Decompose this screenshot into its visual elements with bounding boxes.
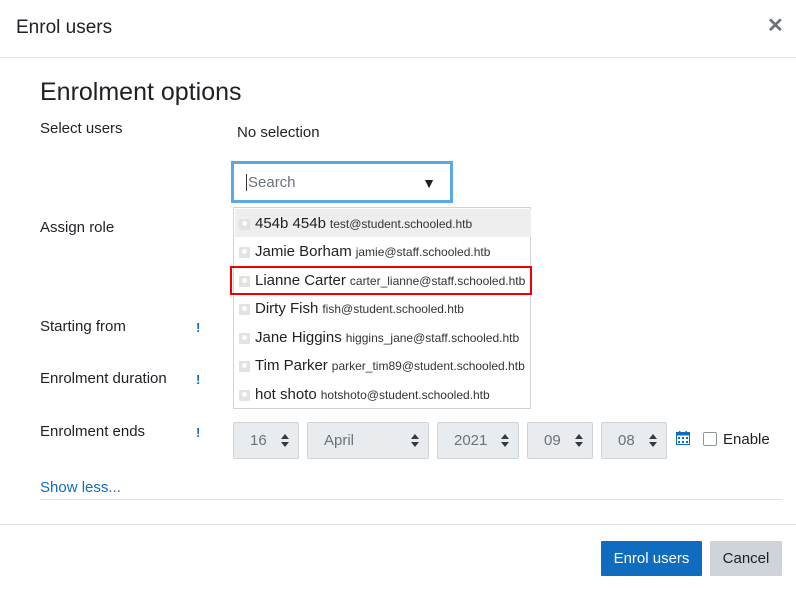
user-email: hotshoto@student.schooled.htb bbox=[320, 388, 490, 402]
show-less-link[interactable]: Show less... bbox=[40, 479, 121, 496]
search-placeholder: Search bbox=[246, 174, 296, 191]
user-email: jamie@staff.schooled.htb bbox=[355, 245, 491, 259]
user-option[interactable]: Jamie Borham jamie@staff.schooled.htb bbox=[235, 237, 531, 265]
user-avatar-icon bbox=[239, 219, 250, 230]
month-value: April bbox=[324, 432, 355, 449]
user-suggestions-list: 454b 454b test@student.schooled.htb Jamie… bbox=[233, 207, 531, 409]
divider bbox=[40, 499, 782, 500]
footer-divider bbox=[0, 524, 796, 525]
section-title: Enrolment options bbox=[40, 78, 242, 106]
user-option[interactable]: hot shoto hotshoto@student.schooled.htb bbox=[235, 380, 531, 408]
user-name: hot shoto bbox=[255, 386, 317, 403]
day-value: 16 bbox=[250, 432, 267, 449]
dialog-title: Enrol users bbox=[16, 17, 113, 38]
user-avatar-icon bbox=[239, 304, 250, 315]
close-icon[interactable]: ✕ bbox=[767, 13, 784, 38]
highlighted-user-outline bbox=[230, 266, 532, 295]
starting-from-label: Starting from bbox=[40, 318, 126, 335]
user-email: fish@student.schooled.htb bbox=[322, 302, 464, 316]
year-select[interactable]: 2021 bbox=[437, 422, 519, 459]
month-select[interactable]: April bbox=[307, 422, 429, 459]
calendar-icon[interactable] bbox=[676, 431, 690, 445]
user-name: Tim Parker bbox=[255, 357, 328, 374]
hour-select[interactable]: 09 bbox=[527, 422, 593, 459]
enrol-users-button[interactable]: Enrol users bbox=[601, 541, 702, 576]
minute-value: 08 bbox=[618, 432, 635, 449]
enable-label: Enable bbox=[723, 431, 770, 448]
user-option[interactable]: Jane Higgins higgins_jane@staff.schooled.… bbox=[235, 323, 531, 351]
help-icon[interactable]: ! bbox=[196, 425, 200, 440]
user-email: higgins_jane@staff.schooled.htb bbox=[345, 331, 520, 345]
hour-value: 09 bbox=[544, 432, 561, 449]
assign-role-label: Assign role bbox=[40, 219, 115, 236]
year-value: 2021 bbox=[454, 432, 488, 449]
day-select[interactable]: 16 bbox=[233, 422, 299, 459]
user-avatar-icon bbox=[239, 390, 250, 401]
user-email: test@student.schooled.htb bbox=[329, 217, 473, 231]
enrolment-duration-label: Enrolment duration bbox=[40, 370, 167, 387]
select-arrows-icon bbox=[649, 434, 657, 448]
help-icon[interactable]: ! bbox=[196, 372, 200, 387]
user-name: 454b 454b bbox=[255, 215, 326, 232]
select-arrows-icon bbox=[575, 434, 583, 448]
user-avatar-icon bbox=[239, 333, 250, 344]
user-search-input[interactable]: Search ▼ bbox=[231, 161, 453, 203]
dialog-header: Enrol users ✕ bbox=[0, 0, 796, 58]
cancel-button[interactable]: Cancel bbox=[710, 541, 782, 576]
user-option[interactable]: Tim Parker parker_tim89@student.schooled.… bbox=[235, 351, 531, 379]
enable-checkbox[interactable] bbox=[703, 432, 717, 446]
select-arrows-icon bbox=[411, 434, 419, 448]
enrolment-ends-label: Enrolment ends bbox=[40, 423, 146, 440]
user-email: parker_tim89@student.schooled.htb bbox=[331, 359, 525, 373]
select-users-label: Select users bbox=[40, 120, 123, 137]
no-selection-text: No selection bbox=[237, 124, 320, 141]
minute-select[interactable]: 08 bbox=[601, 422, 667, 459]
select-arrows-icon bbox=[281, 434, 289, 448]
user-name: Dirty Fish bbox=[255, 300, 319, 317]
user-avatar-icon bbox=[239, 361, 250, 372]
user-name: Jamie Borham bbox=[255, 243, 352, 260]
caret-down-icon[interactable]: ▼ bbox=[422, 175, 436, 191]
user-option[interactable]: Dirty Fish fish@student.schooled.htb bbox=[235, 294, 531, 322]
user-name: Jane Higgins bbox=[255, 329, 342, 346]
user-option[interactable]: 454b 454b test@student.schooled.htb bbox=[235, 209, 531, 237]
user-avatar-icon bbox=[239, 247, 250, 258]
help-icon[interactable]: ! bbox=[196, 320, 200, 335]
select-arrows-icon bbox=[501, 434, 509, 448]
